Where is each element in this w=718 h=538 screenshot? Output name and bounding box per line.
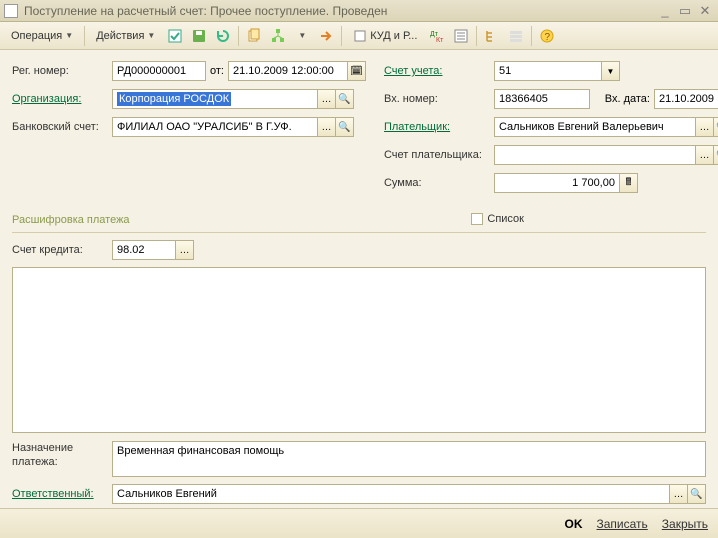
list-checkbox[interactable]: Список [471,213,524,225]
svg-text:?: ? [545,32,551,43]
account-label[interactable]: Счет учета: [384,65,494,77]
kudir-label: КУД и Р... [370,30,417,42]
footer-bar: OK Записать Закрыть [0,508,718,538]
kudir-button[interactable]: КУД и Р... [346,25,424,47]
props-icon[interactable] [505,25,527,47]
right-column: Счет учета: 51 ▼ Вх. номер: 18366405 Вх.… [384,60,718,200]
regnum-label: Рег. номер: [12,65,112,77]
regnum-input[interactable]: РД000000001 [112,61,206,81]
dtkt-icon[interactable]: ДтКт [426,25,448,47]
ot-label: от: [210,65,224,77]
org-open-icon[interactable]: 🔍 [336,89,354,109]
org-select-button[interactable]: … [318,89,336,109]
separator [531,26,532,46]
payer-open-icon[interactable]: 🔍 [714,117,718,137]
section-title: Расшифровка платежа [12,214,130,226]
structure-menu[interactable]: ▼ [291,25,313,47]
payeracc-label: Счет плательщика: [384,149,494,161]
operation-menu[interactable]: Операция ▼ [4,25,80,47]
close-button[interactable]: Закрыть [662,517,708,531]
credit-label: Счет кредита: [12,244,112,256]
toolbar: Операция ▼ Действия ▼ ▼ КУД и Р... ДтКт … [0,22,718,50]
close-window-button[interactable]: ✕ [696,3,714,19]
payer-select-button[interactable]: … [696,117,714,137]
chevron-down-icon: ▼ [298,31,306,40]
details-area [12,267,706,433]
actions-menu[interactable]: Действия ▼ [89,25,162,47]
minimize-button[interactable]: _ [656,3,674,19]
window-title: Поступление на расчетный счет: Прочее по… [24,4,387,18]
credit-select-button[interactable]: … [176,240,194,260]
checkbox-box [471,213,483,225]
section-divider [12,232,706,233]
book-icon [353,29,367,43]
date-input[interactable]: 21.10.2009 12:00:00 [228,61,348,81]
sum-label: Сумма: [384,177,494,189]
payeracc-select-button[interactable]: … [696,145,714,165]
extnum-input[interactable]: 18366405 [494,89,590,109]
save-button[interactable]: Записать [597,517,648,531]
account-dropdown-button[interactable]: ▼ [602,61,620,81]
payeracc-input[interactable] [494,145,696,165]
post-icon[interactable] [164,25,186,47]
tree-icon[interactable] [481,25,503,47]
structure-icon[interactable] [267,25,289,47]
purpose-textarea[interactable]: Временная финансовая помощь [112,441,706,477]
ok-button[interactable]: OK [565,517,583,531]
resp-select-button[interactable]: … [670,484,688,504]
bankacc-open-icon[interactable]: 🔍 [336,117,354,137]
org-input[interactable]: Корпорация РОСДОК [112,89,318,109]
extnum-label: Вх. номер: [384,93,494,105]
calculator-icon[interactable]: 🖩 [620,173,638,193]
copy-icon[interactable] [243,25,265,47]
svg-text:Кт: Кт [436,37,444,44]
resp-input[interactable]: Сальников Евгений [112,484,670,504]
chevron-down-icon: ▼ [65,31,73,40]
extdate-label: Вх. дата: [600,93,650,105]
bankacc-label: Банковский счет: [12,121,112,133]
payeracc-open-icon[interactable]: 🔍 [714,145,718,165]
resp-label[interactable]: Ответственный: [12,488,112,500]
chevron-down-icon: ▼ [147,31,155,40]
org-label[interactable]: Организация: [12,93,112,105]
save-icon[interactable] [188,25,210,47]
resp-open-icon[interactable]: 🔍 [688,484,706,504]
go-icon[interactable] [315,25,337,47]
separator [476,26,477,46]
sum-input[interactable]: 1 700,00 [494,173,620,193]
content-area: Рег. номер: РД000000001 от: 21.10.2009 1… [0,50,718,508]
separator [341,26,342,46]
purpose-label: Назначениеплатежа: [12,441,112,469]
document-icon [4,4,18,18]
left-column: Рег. номер: РД000000001 от: 21.10.2009 1… [12,60,366,200]
operation-label: Операция [11,30,62,42]
payer-label[interactable]: Плательщик: [384,121,494,133]
calendar-icon[interactable]: 🗓 [348,61,366,81]
extdate-input[interactable]: 21.10.2009 [654,89,718,109]
list-icon[interactable] [450,25,472,47]
bankacc-select-button[interactable]: … [318,117,336,137]
separator [84,26,85,46]
payer-input[interactable]: Сальников Евгений Валерьевич [494,117,696,137]
actions-label: Действия [96,30,144,42]
titlebar: Поступление на расчетный счет: Прочее по… [0,0,718,22]
bankacc-input[interactable]: ФИЛИАЛ ОАО "УРАЛСИБ" В Г.УФ. [112,117,318,137]
credit-input[interactable]: 98.02 [112,240,176,260]
help-icon[interactable]: ? [536,25,558,47]
maximize-button[interactable]: ▭ [676,3,694,19]
list-cb-label: Список [487,213,524,225]
refresh-icon[interactable] [212,25,234,47]
account-input[interactable]: 51 [494,61,602,81]
separator [238,26,239,46]
